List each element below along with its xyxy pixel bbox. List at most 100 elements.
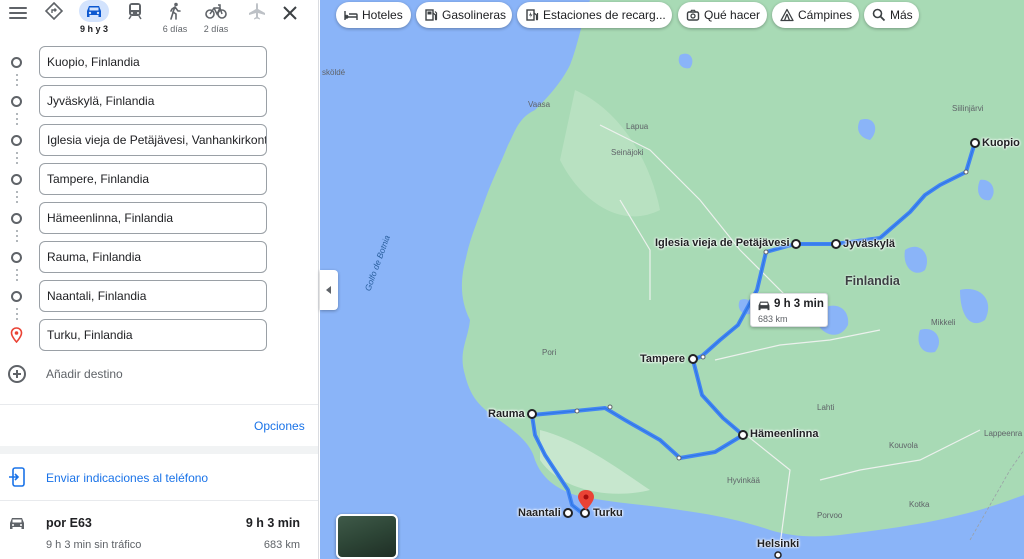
chip-more[interactable]: Más xyxy=(864,2,919,28)
city-label-tampere[interactable]: Tampere xyxy=(640,353,685,365)
camera-icon xyxy=(686,9,700,21)
mode-cycling[interactable]: 2 días xyxy=(200,0,232,36)
waypoint-dot-icon xyxy=(11,252,22,263)
stop-input[interactable]: Tampere, Finlandia xyxy=(39,163,267,195)
country-label: Finlandia xyxy=(845,274,900,288)
stop-row: Turku, Finlandia xyxy=(0,317,318,351)
waypoint-dot-icon xyxy=(11,174,22,185)
stop-input[interactable]: Kuopio, Finlandia xyxy=(39,46,267,78)
stop-row: Iglesia vieja de Petäjävesi, Vanhankirko… xyxy=(0,122,318,156)
close-icon[interactable] xyxy=(280,3,300,23)
section-divider xyxy=(0,446,318,454)
send-to-phone-label: Enviar indicaciones al teléfono xyxy=(46,471,209,485)
callout-time: 9 h 3 min xyxy=(774,298,824,310)
place-label: Lapua xyxy=(626,122,649,131)
map-base xyxy=(320,0,1024,559)
city-label-rauma[interactable]: Rauma xyxy=(488,408,525,420)
stop-row: Naantali, Finlandia xyxy=(0,278,318,312)
route-info-callout[interactable]: 9 h 3 min 683 km xyxy=(750,293,828,327)
options-button[interactable]: Opciones xyxy=(254,419,305,433)
layers-thumbnail[interactable] xyxy=(336,514,398,559)
callout-distance: 683 km xyxy=(758,314,788,324)
gas-pump-icon xyxy=(425,9,438,21)
mode-best[interactable] xyxy=(40,0,68,36)
collapse-panel-button[interactable] xyxy=(320,270,338,310)
chip-things-to-do[interactable]: Qué hacer xyxy=(678,2,767,28)
bicycle-icon xyxy=(205,4,227,19)
car-icon xyxy=(758,301,770,311)
stop-row: Hämeenlinna, Finlandia xyxy=(0,200,318,234)
chip-campgrounds[interactable]: Cámpines xyxy=(772,2,859,28)
stop-row: Kuopio, Finlandia xyxy=(0,44,318,78)
place-label: Seinäjoki xyxy=(611,148,644,157)
mode-driving-label: 9 h y 3 xyxy=(79,24,108,34)
add-icon xyxy=(8,365,26,383)
chip-hotels[interactable]: Hoteles xyxy=(336,2,411,28)
place-label: Vaasa xyxy=(528,100,551,109)
stop-input[interactable]: Iglesia vieja de Petäjävesi, Vanhankirko… xyxy=(39,124,267,156)
stop-input[interactable]: Rauma, Finlandia xyxy=(39,241,267,273)
stop-row: Rauma, Finlandia xyxy=(0,239,318,273)
place-label: Kouvola xyxy=(889,441,918,450)
add-destination-button[interactable]: Añadir destino xyxy=(0,360,318,388)
stop-input[interactable]: Hämeenlinna, Finlandia xyxy=(39,202,267,234)
chip-label: Qué hacer xyxy=(704,8,761,22)
place-label: Pori xyxy=(542,348,557,357)
city-label-helsinki[interactable]: Helsinki xyxy=(757,538,799,550)
map-canvas[interactable]: sköldé Vaasa Lapua Seinäjoki Siilinjärvi… xyxy=(320,0,1024,559)
place-label: Siilinjärvi xyxy=(952,104,984,113)
chip-gas-stations[interactable]: Gasolineras xyxy=(416,2,512,28)
mode-transit[interactable] xyxy=(121,0,149,36)
route-distance: 683 km xyxy=(263,539,300,551)
chip-label: Más xyxy=(890,8,913,22)
route-option[interactable]: por E63 9 h 3 min 9 h 3 min sin tráfico … xyxy=(0,506,318,559)
place-label: Mikkeli xyxy=(931,318,956,327)
add-destination-label: Añadir destino xyxy=(46,367,123,381)
city-label-turku[interactable]: Turku xyxy=(593,507,623,519)
walking-icon xyxy=(170,2,181,20)
stop-row: Jyväskylä, Finlandia xyxy=(0,83,318,117)
tent-icon xyxy=(780,8,794,22)
car-icon xyxy=(87,6,101,17)
diamond-route-icon xyxy=(44,2,64,20)
divider xyxy=(0,500,318,501)
travel-mode-bar: 9 h y 3 6 días 2 días xyxy=(0,0,318,40)
city-label-naantali[interactable]: Naantali xyxy=(518,507,561,519)
stop-row: Tampere, Finlandia xyxy=(0,161,318,195)
waypoint-dot-icon xyxy=(11,213,22,224)
city-label-kuopio[interactable]: Kuopio xyxy=(982,137,1020,149)
search-icon xyxy=(872,8,886,22)
chip-label: Cámpines xyxy=(798,8,853,22)
route-without-traffic: 9 h 3 min sin tráfico xyxy=(46,539,142,551)
waypoint-dot-icon xyxy=(11,291,22,302)
waypoint-dot-icon xyxy=(11,57,22,68)
place-label: Lahti xyxy=(817,403,835,412)
city-label-petajavesi[interactable]: Iglesia vieja de Petäjävesi xyxy=(655,237,790,249)
route-time: 9 h 3 min xyxy=(245,516,300,530)
route-via: por E63 xyxy=(46,516,92,530)
chip-label: Hoteles xyxy=(362,8,403,22)
train-icon xyxy=(128,3,142,20)
place-label: Kotka xyxy=(909,500,930,509)
mode-walking[interactable]: 6 días xyxy=(160,0,190,36)
stop-input[interactable]: Jyväskylä, Finlandia xyxy=(39,85,267,117)
place-label: Hyvinkää xyxy=(727,476,760,485)
chip-charging-stations[interactable]: Estaciones de recarg... xyxy=(517,2,672,28)
place-label: sköldé xyxy=(322,68,346,77)
stop-input[interactable]: Naantali, Finlandia xyxy=(39,280,267,312)
waypoint-dot-icon xyxy=(11,135,22,146)
send-to-phone-icon xyxy=(9,467,25,487)
place-label: Lappeenra xyxy=(984,429,1023,438)
mode-walking-label: 6 días xyxy=(162,24,188,34)
mode-driving[interactable]: 9 h y 3 xyxy=(77,0,111,36)
mode-cycling-label: 2 días xyxy=(203,24,229,34)
menu-icon[interactable] xyxy=(7,4,29,24)
stop-input[interactable]: Turku, Finlandia xyxy=(39,319,267,351)
car-icon xyxy=(10,518,24,529)
destination-pin-icon xyxy=(10,327,23,343)
city-label-jyvaskyla[interactable]: Jyväskylä xyxy=(843,238,895,250)
waypoint-dot-icon xyxy=(11,96,22,107)
send-to-phone-button[interactable]: Enviar indicaciones al teléfono xyxy=(0,462,318,494)
mode-flight[interactable] xyxy=(243,0,271,36)
city-label-hameenlinna[interactable]: Hämeenlinna xyxy=(750,428,818,440)
